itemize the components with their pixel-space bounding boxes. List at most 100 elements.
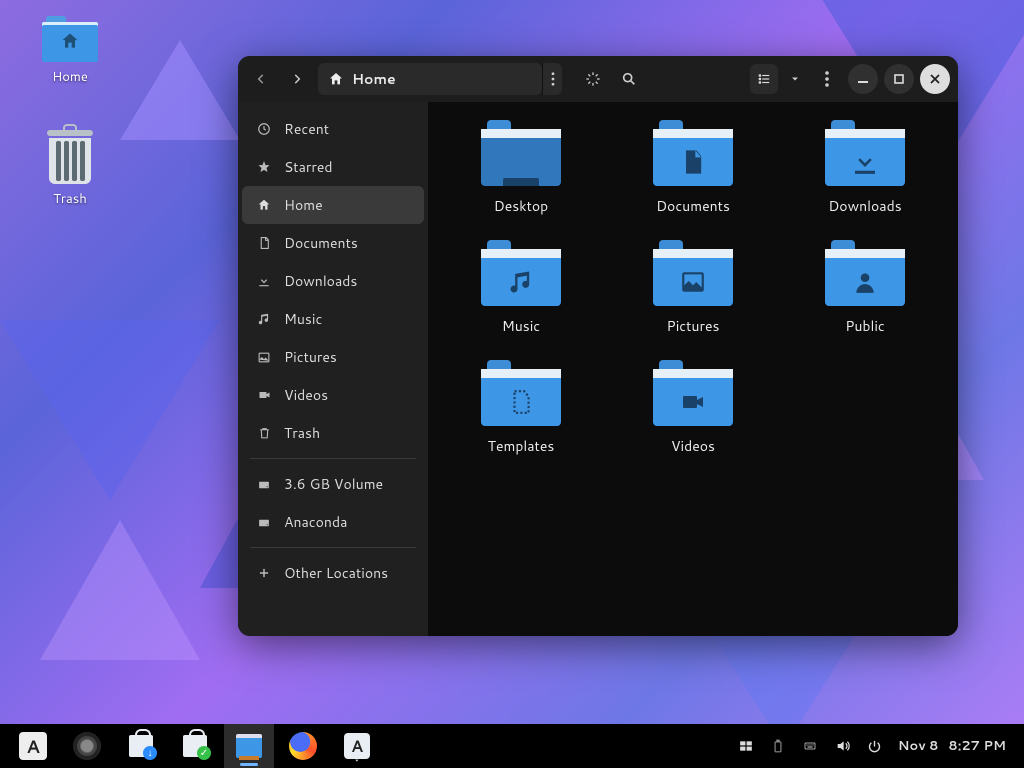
- folder-content-area[interactable]: Desktop Documents Downloads Music Pictures Pu…: [428, 102, 958, 636]
- minimize-button[interactable]: [848, 64, 878, 94]
- search-button[interactable]: [614, 64, 644, 94]
- date-label: Nov 8: [898, 737, 939, 755]
- sidebar-item-videos[interactable]: Videos: [242, 376, 424, 414]
- folder-pictures[interactable]: Pictures: [612, 240, 774, 336]
- nav-back-button[interactable]: [246, 64, 276, 94]
- sidebar-item-anaconda[interactable]: Anaconda: [242, 503, 424, 541]
- folder-icon: [825, 120, 905, 186]
- sidebar-item-other-locations[interactable]: Other Locations: [242, 554, 424, 592]
- path-label: Home: [352, 69, 396, 89]
- desktop-icon-home[interactable]: Home: [30, 16, 110, 86]
- sidebar-item-label: Starred: [284, 157, 333, 177]
- bag-icon: ↓: [129, 735, 153, 757]
- system-tray: Nov 8 8:27 PM: [737, 737, 1016, 755]
- battery-icon[interactable]: [771, 738, 785, 754]
- view-options-button[interactable]: [784, 64, 806, 94]
- plus-icon: [256, 566, 272, 580]
- desktop-icon-label: Trash: [30, 190, 110, 208]
- folder-templates[interactable]: Templates: [440, 360, 602, 456]
- folder-label: Pictures: [667, 316, 720, 336]
- sidebar-item-home[interactable]: Home: [242, 186, 424, 224]
- trash-icon: [256, 426, 272, 440]
- home-icon: [256, 198, 272, 212]
- sidebar-item-label: Downloads: [284, 271, 357, 291]
- home-icon: [328, 71, 344, 87]
- sidebar-item-label: Trash: [284, 423, 320, 443]
- firefox-icon: [289, 732, 317, 760]
- sidebar-item-music[interactable]: Music: [242, 300, 424, 338]
- sidebar-item-trash[interactable]: Trash: [242, 414, 424, 452]
- task-software-center[interactable]: ↓: [116, 724, 166, 768]
- video-icon: [256, 389, 272, 401]
- taskbar: A ↓ ✓ A Nov 8 8:27 PM: [0, 724, 1024, 768]
- clock-icon: [256, 122, 272, 136]
- drive-icon: [256, 478, 272, 491]
- sidebar-item-label: Recent: [284, 119, 329, 139]
- task-firefox[interactable]: [278, 724, 328, 768]
- clock[interactable]: Nov 8 8:27 PM: [898, 737, 1006, 755]
- drive-icon: [256, 516, 272, 529]
- task-settings[interactable]: [62, 724, 112, 768]
- folder-desktop[interactable]: Desktop: [440, 120, 602, 216]
- folder-downloads[interactable]: Downloads: [784, 120, 946, 216]
- power-icon[interactable]: [867, 739, 882, 754]
- location-button[interactable]: [578, 64, 608, 94]
- volume-icon[interactable]: [835, 738, 851, 754]
- folder-label: Desktop: [494, 196, 548, 216]
- view-mode-toggle[interactable]: [750, 64, 778, 94]
- sidebar-item-label: Documents: [284, 233, 358, 253]
- files-icon: [236, 734, 262, 758]
- folder-icon: [825, 240, 905, 306]
- folder-icon: [481, 360, 561, 426]
- task-activities[interactable]: A: [8, 724, 58, 768]
- gear-icon: [73, 732, 101, 760]
- sidebar-item-label: Anaconda: [284, 512, 347, 532]
- music-icon: [256, 312, 272, 326]
- time-label: 8:27 PM: [948, 737, 1006, 755]
- file-manager-window: Home Recent Starred Home Documents Downl…: [238, 56, 958, 636]
- workspace-icon[interactable]: [737, 739, 755, 753]
- folder-icon: [653, 120, 733, 186]
- nav-forward-button[interactable]: [282, 64, 312, 94]
- sidebar-item-volume[interactable]: 3.6 GB Volume: [242, 465, 424, 503]
- task-software[interactable]: ✓: [170, 724, 220, 768]
- folder-icon: [481, 120, 561, 186]
- sidebar-item-downloads[interactable]: Downloads: [242, 262, 424, 300]
- sidebar-item-label: Home: [284, 195, 323, 215]
- folder-music[interactable]: Music: [440, 240, 602, 336]
- close-button[interactable]: [920, 64, 950, 94]
- folder-videos[interactable]: Videos: [612, 360, 774, 456]
- folder-public[interactable]: Public: [784, 240, 946, 336]
- desktop-icon-label: Home: [30, 68, 110, 86]
- task-files[interactable]: [224, 724, 274, 768]
- sidebar-item-label: Videos: [284, 385, 328, 405]
- titlebar: Home: [238, 56, 958, 102]
- folder-icon: [42, 16, 98, 62]
- folder-label: Public: [845, 316, 885, 336]
- sidebar-item-label: Pictures: [284, 347, 337, 367]
- folder-label: Music: [502, 316, 540, 336]
- sidebar: Recent Starred Home Documents Downloads …: [238, 102, 428, 636]
- folder-label: Documents: [656, 196, 730, 216]
- folder-label: Downloads: [828, 196, 901, 216]
- keyboard-icon[interactable]: [801, 740, 819, 752]
- bag-icon: ✓: [183, 735, 207, 757]
- download-icon: [256, 274, 272, 288]
- sidebar-item-recent[interactable]: Recent: [242, 110, 424, 148]
- folder-icon: [653, 360, 733, 426]
- task-installer[interactable]: A: [332, 724, 382, 768]
- sidebar-item-documents[interactable]: Documents: [242, 224, 424, 262]
- sidebar-item-label: 3.6 GB Volume: [284, 474, 383, 494]
- sidebar-item-pictures[interactable]: Pictures: [242, 338, 424, 376]
- sidebar-item-starred[interactable]: Starred: [242, 148, 424, 186]
- maximize-button[interactable]: [884, 64, 914, 94]
- doc-icon: [256, 236, 272, 250]
- folder-icon: [653, 240, 733, 306]
- sidebar-item-label: Other Locations: [284, 563, 388, 583]
- folder-documents[interactable]: Documents: [612, 120, 774, 216]
- path-bar[interactable]: Home: [318, 63, 542, 95]
- hamburger-menu-button[interactable]: [812, 64, 842, 94]
- path-menu-button[interactable]: [542, 63, 562, 95]
- desktop-icon-trash[interactable]: Trash: [30, 126, 110, 208]
- installer-icon: A: [344, 733, 370, 759]
